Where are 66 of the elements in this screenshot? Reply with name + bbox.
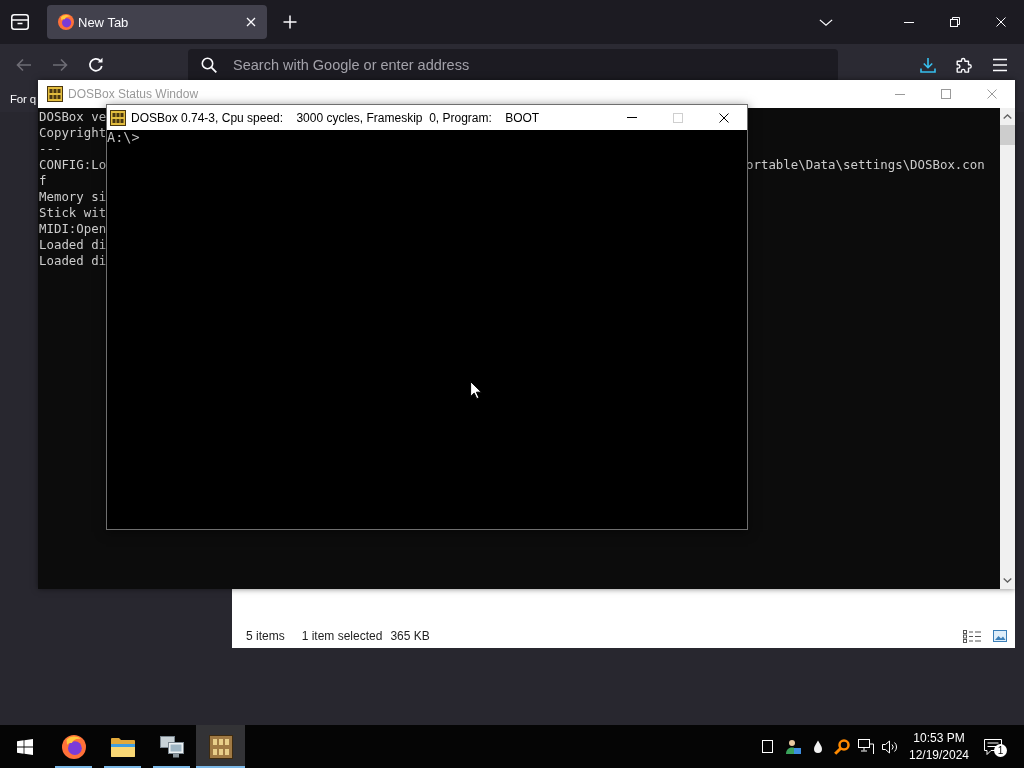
close-icon — [996, 17, 1006, 27]
puzzle-piece-icon — [956, 57, 972, 73]
network-monitor-icon[interactable] — [858, 739, 874, 754]
app-logo-icon — [110, 109, 126, 126]
console-text: f — [39, 173, 47, 189]
console-text: Memory si — [39, 189, 107, 205]
address-bar[interactable]: Search with Google or enter address — [188, 48, 838, 82]
command-prompt-text: A:\> — [107, 130, 140, 145]
browser-logo-icon — [58, 14, 74, 30]
speech-bubble-icon — [984, 738, 1002, 755]
close-icon — [719, 112, 729, 123]
console-text: DOSBox ve — [39, 109, 107, 125]
search-icon — [201, 57, 217, 73]
monitors-icon — [159, 735, 184, 758]
console-text: --- — [39, 141, 62, 157]
file-size-text: 365 KB — [390, 629, 430, 643]
minimize-icon — [904, 21, 914, 23]
magnifier-icon[interactable] — [834, 738, 850, 755]
window-title: DOSBox 0.74-3, Cpu speed: 3000 cycles, Frameskip 0, Program: BOOT — [131, 110, 540, 125]
large-icons-view-icon[interactable] — [993, 630, 1007, 642]
plus-icon — [283, 15, 297, 29]
close-icon — [987, 89, 997, 99]
selection-text: 1 item selected — [301, 629, 383, 643]
chevron-down-icon — [819, 18, 833, 26]
minimize-icon — [895, 93, 905, 95]
console-text: MIDI:Open — [39, 221, 107, 237]
notification-count-badge: 1 — [994, 744, 1007, 757]
item-count-text: 5 items — [246, 629, 285, 643]
scrollbar-thumb[interactable] — [1000, 125, 1015, 145]
water-drop-icon[interactable] — [813, 739, 823, 754]
console-text: CONFIG:Lo — [39, 157, 107, 173]
browser-logo-icon — [61, 734, 86, 759]
download-icon — [920, 57, 936, 73]
mouse-pointer-icon — [470, 381, 482, 399]
left-arrow-icon — [16, 57, 32, 73]
chevron-up-icon[interactable] — [1003, 114, 1012, 119]
console-text: Copyright — [39, 125, 107, 141]
archive-box-icon — [11, 14, 29, 30]
clock-button[interactable]: 10:53 PM 12/19/2024 — [906, 725, 972, 768]
console-text: Stick wit — [39, 205, 107, 221]
taskbar-app-button[interactable] — [196, 725, 245, 768]
app-logo-icon — [208, 734, 233, 759]
windows-logo-icon — [16, 738, 33, 755]
restore-icon — [950, 17, 960, 27]
tablet-icon[interactable] — [762, 740, 773, 753]
bookmarks-hint-text: For q — [10, 93, 36, 105]
right-arrow-icon — [52, 57, 68, 73]
details-view-icon[interactable] — [963, 629, 981, 643]
close-icon — [246, 17, 256, 27]
maximize-icon — [673, 112, 683, 123]
app-logo-icon — [47, 86, 63, 102]
console-text: Loaded di — [39, 253, 107, 269]
menu-icon — [992, 57, 1008, 73]
maximize-icon — [941, 89, 951, 99]
console-text: Loaded di — [39, 237, 107, 253]
window-title: DOSBox Status Window — [68, 87, 199, 101]
chevron-down-icon[interactable] — [1003, 578, 1012, 583]
folder-icon — [110, 736, 135, 757]
person-icon[interactable] — [785, 738, 801, 755]
action-center-button[interactable]: 1 — [972, 725, 1014, 768]
browser-tab[interactable]: New Tab — [47, 5, 267, 39]
reload-icon — [88, 57, 104, 73]
console-text: ortable\Data\settings\DOSBox.con — [746, 157, 985, 173]
minimize-icon — [627, 117, 637, 118]
scrollbar-track[interactable] — [1000, 108, 1015, 589]
speaker-icon[interactable] — [882, 739, 898, 754]
